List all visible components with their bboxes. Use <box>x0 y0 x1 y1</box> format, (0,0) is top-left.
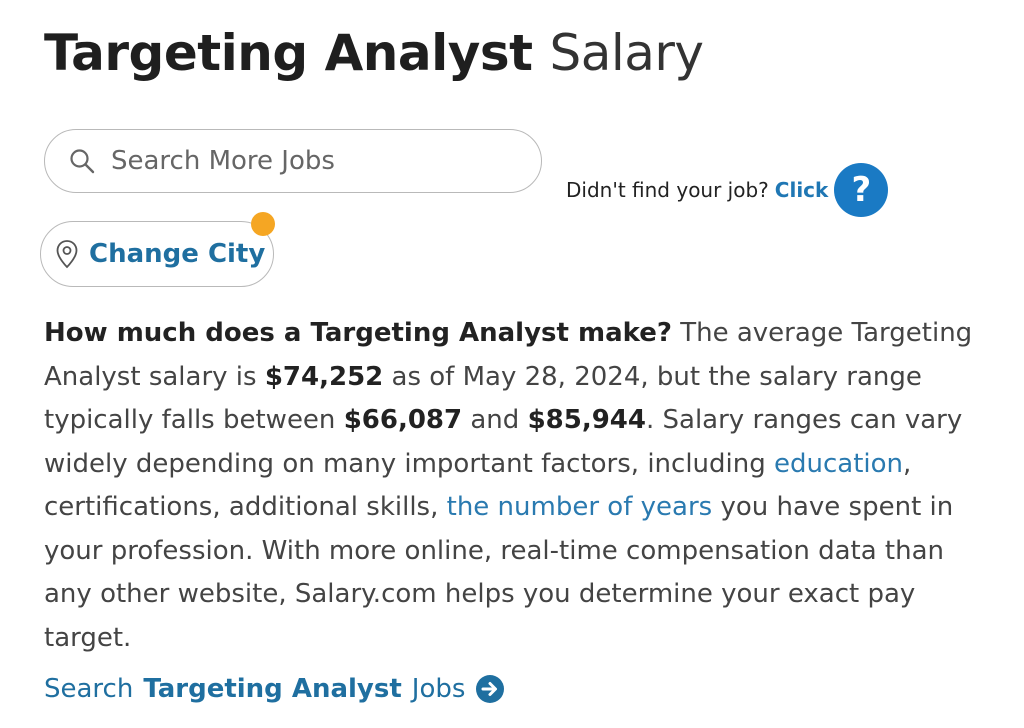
search-bar[interactable] <box>44 129 542 193</box>
average-salary: $74,252 <box>264 361 384 392</box>
jobs-link-prefix: Search <box>44 674 134 704</box>
salary-range-low: $66,087 <box>343 405 463 435</box>
arrow-circle-right-icon <box>476 675 505 703</box>
change-city-label: Change City <box>89 239 266 269</box>
change-city-button[interactable]: Change City <box>40 212 275 287</box>
salary-range-high: $85,944 <box>527 405 646 435</box>
salary-page: Targeting Analyst Salary Didn't find you… <box>0 0 1024 728</box>
years-experience-link[interactable]: the number of years <box>447 492 713 522</box>
education-link[interactable]: education <box>774 449 903 479</box>
page-title: Targeting Analyst Salary <box>44 20 704 86</box>
search-jobs-link[interactable]: Search Targeting Analyst Jobs <box>44 674 505 704</box>
page-title-suffix: Salary <box>549 24 704 82</box>
salary-description: How much does a Targeting Analyst make? … <box>44 312 984 660</box>
desc-text-3: and <box>462 405 528 435</box>
salary-question: How much does a Targeting Analyst make? <box>44 318 672 348</box>
search-input[interactable] <box>109 145 513 177</box>
help-prompt: Didn't find your job? Click ? <box>566 163 889 217</box>
help-text: Didn't find your job? <box>566 178 769 202</box>
jobs-link-role: Targeting Analyst <box>143 674 402 704</box>
notification-dot <box>251 212 275 236</box>
jobs-link-suffix: Jobs <box>411 674 466 704</box>
search-icon <box>70 149 95 174</box>
help-click-link[interactable]: Click <box>775 178 829 202</box>
page-title-job: Targeting Analyst <box>44 24 533 82</box>
help-question-icon[interactable]: ? <box>834 163 889 217</box>
location-pin-icon <box>56 240 78 269</box>
